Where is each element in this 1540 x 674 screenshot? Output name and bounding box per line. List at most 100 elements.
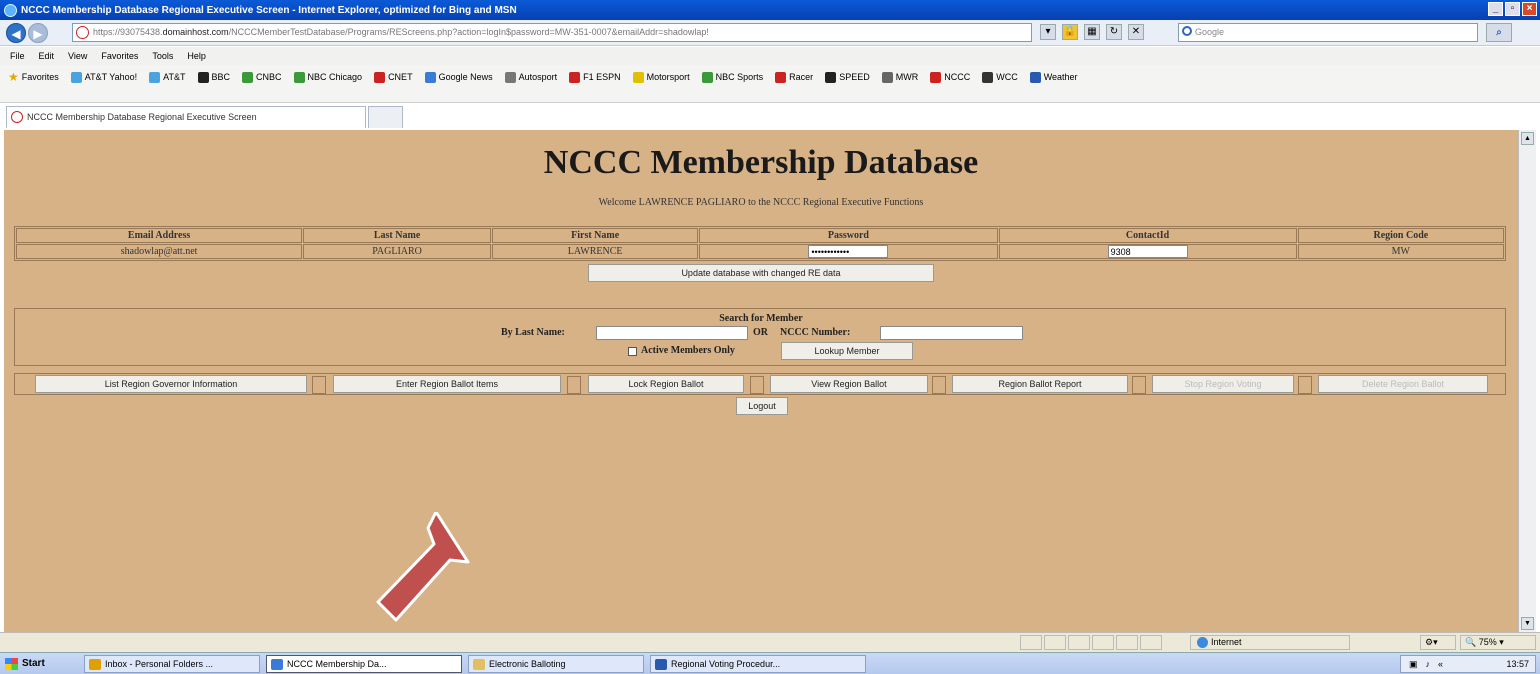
tray-icon[interactable]: ♪ <box>1426 659 1431 669</box>
menu-view[interactable]: View <box>68 51 87 61</box>
menu-favorites[interactable]: Favorites <box>101 51 138 61</box>
browser-tab[interactable]: NCCC Membership Database Regional Execut… <box>6 106 366 128</box>
favorite-item[interactable]: Google News <box>424 71 493 83</box>
favorite-site-icon <box>569 71 581 83</box>
favorite-site-icon <box>632 71 644 83</box>
page-content: NCCC Membership Database Welcome LAWRENC… <box>4 130 1518 632</box>
start-button[interactable]: Start <box>2 655 64 673</box>
list-region-governor-button[interactable]: List Region Governor Information <box>35 375 307 393</box>
status-cell <box>1044 635 1066 650</box>
tray-icon[interactable]: « <box>1438 659 1443 669</box>
back-button[interactable]: ◀ <box>6 22 26 43</box>
site-icon <box>76 26 89 39</box>
ie-icon <box>4 3 17 17</box>
favorite-site-icon <box>825 71 837 83</box>
menu-help[interactable]: Help <box>187 51 206 61</box>
zoom-button[interactable]: 🔍 75% ▾ <box>1460 635 1536 650</box>
scroll-up-icon[interactable]: ▲ <box>1521 132 1534 145</box>
protected-mode-button[interactable]: ⚙▾ <box>1420 635 1456 650</box>
favorite-item[interactable]: Motorsport <box>632 71 690 83</box>
favorite-item[interactable]: BBC <box>197 71 230 83</box>
page-title: NCCC Membership Database <box>543 144 979 181</box>
table-header-row: Email Address Last Name First Name Passw… <box>16 228 1504 243</box>
security-zone: Internet <box>1190 635 1350 650</box>
favorite-item[interactable]: NCCC <box>930 71 971 83</box>
internet-globe-icon <box>1197 637 1208 649</box>
forward-button[interactable]: ▶ <box>28 22 48 43</box>
favorite-item[interactable]: F1 ESPN <box>569 71 621 83</box>
nccc-number-input[interactable] <box>880 326 1023 340</box>
favorite-item[interactable]: MWR <box>881 71 918 83</box>
status-cell <box>1116 635 1138 650</box>
lookup-member-button[interactable]: Lookup Member <box>781 342 913 360</box>
stop-icon[interactable]: ✕ <box>1128 24 1144 40</box>
system-tray: ▣ ♪ « 13:57 <box>1400 655 1536 673</box>
favorites-button[interactable]: ★ Favorites <box>8 70 59 84</box>
word-icon <box>655 659 667 670</box>
tray-icon[interactable]: ▣ <box>1409 659 1418 670</box>
favorite-item[interactable]: SPEED <box>825 71 870 83</box>
vertical-scrollbar[interactable]: ▲ ▼ <box>1518 130 1536 632</box>
lock-region-ballot-button[interactable]: Lock Region Ballot <box>588 375 744 393</box>
taskbar-item-procedures[interactable]: Regional Voting Procedur... <box>650 655 866 673</box>
first-name-cell: LAWRENCE <box>491 244 699 259</box>
favorite-item[interactable]: AT&T <box>149 71 186 83</box>
favorite-item[interactable]: AT&T Yahoo! <box>70 71 137 83</box>
address-bar[interactable]: https://93075438.domainhost.com/NCCCMemb… <box>72 23 1032 42</box>
task-label: Regional Voting Procedur... <box>671 659 781 669</box>
region-ballot-report-button[interactable]: Region Ballot Report <box>952 375 1128 393</box>
or-label: OR <box>753 327 768 338</box>
separator <box>1132 376 1146 394</box>
password-cell <box>699 244 998 259</box>
enter-region-ballot-items-button[interactable]: Enter Region Ballot Items <box>333 375 561 393</box>
menu-file[interactable]: File <box>10 51 25 61</box>
menu-edit[interactable]: Edit <box>39 51 55 61</box>
taskbar-item-inbox[interactable]: Inbox - Personal Folders ... <box>84 655 260 673</box>
favorite-item[interactable]: NBC Chicago <box>293 71 362 83</box>
contact-id-cell <box>998 244 1297 259</box>
logout-button[interactable]: Logout <box>736 397 788 415</box>
favorite-item[interactable]: CNBC <box>242 71 282 83</box>
favorite-item[interactable]: Weather <box>1029 71 1078 83</box>
separator <box>312 376 326 394</box>
url-host: domainhost.com <box>162 27 229 37</box>
close-button[interactable]: × <box>1522 2 1537 16</box>
favorite-item[interactable]: Racer <box>775 71 813 83</box>
favorite-site-icon <box>293 71 305 83</box>
update-database-button[interactable]: Update database with changed RE data <box>588 264 934 282</box>
minimize-button[interactable]: _ <box>1488 2 1503 16</box>
separator <box>567 376 581 394</box>
outlook-icon <box>89 659 101 670</box>
window-title: NCCC Membership Database Regional Execut… <box>21 4 517 16</box>
search-input[interactable]: Google <box>1178 23 1478 42</box>
view-region-ballot-button[interactable]: View Region Ballot <box>770 375 928 393</box>
window-controls: _ ▫ × <box>1488 2 1537 16</box>
favorite-item[interactable]: NBC Sports <box>701 71 763 83</box>
password-field[interactable] <box>808 245 889 258</box>
contact-id-field[interactable] <box>1107 245 1188 258</box>
favorite-label: NCCC <box>944 72 971 82</box>
favorite-item[interactable]: WCC <box>982 71 1018 83</box>
taskbar-item-balloting[interactable]: Electronic Balloting <box>468 655 644 673</box>
stop-region-voting-button: Stop Region Voting <box>1152 375 1294 393</box>
menu-tools[interactable]: Tools <box>152 51 173 61</box>
search-go-button[interactable]: ⌕ <box>1486 23 1512 42</box>
address-tools: ▾ 🔒 ▦ ↻ ✕ <box>1040 24 1144 40</box>
compat-icon[interactable]: ▦ <box>1084 24 1100 40</box>
search-icon <box>1182 26 1192 36</box>
last-name-search-input[interactable] <box>596 326 748 340</box>
address-toolbar: ◀ ▶ https://93075438.domainhost.com/NCCC… <box>0 20 1540 46</box>
start-label: Start <box>22 658 45 669</box>
dropdown-icon[interactable]: ▾ <box>1040 24 1056 40</box>
lock-icon[interactable]: 🔒 <box>1062 24 1078 40</box>
favorite-item[interactable]: Autosport <box>504 71 557 83</box>
active-members-checkbox[interactable] <box>628 347 637 356</box>
favorite-label: Google News <box>438 72 493 82</box>
taskbar-item-nccc[interactable]: NCCC Membership Da... <box>266 655 462 673</box>
refresh-icon[interactable]: ↻ <box>1106 24 1122 40</box>
scroll-down-icon[interactable]: ▼ <box>1521 617 1534 630</box>
new-tab-button[interactable] <box>368 106 403 128</box>
search-placeholder: Google <box>1195 27 1225 37</box>
favorite-item[interactable]: CNET <box>374 71 413 83</box>
maximize-button[interactable]: ▫ <box>1505 2 1520 16</box>
